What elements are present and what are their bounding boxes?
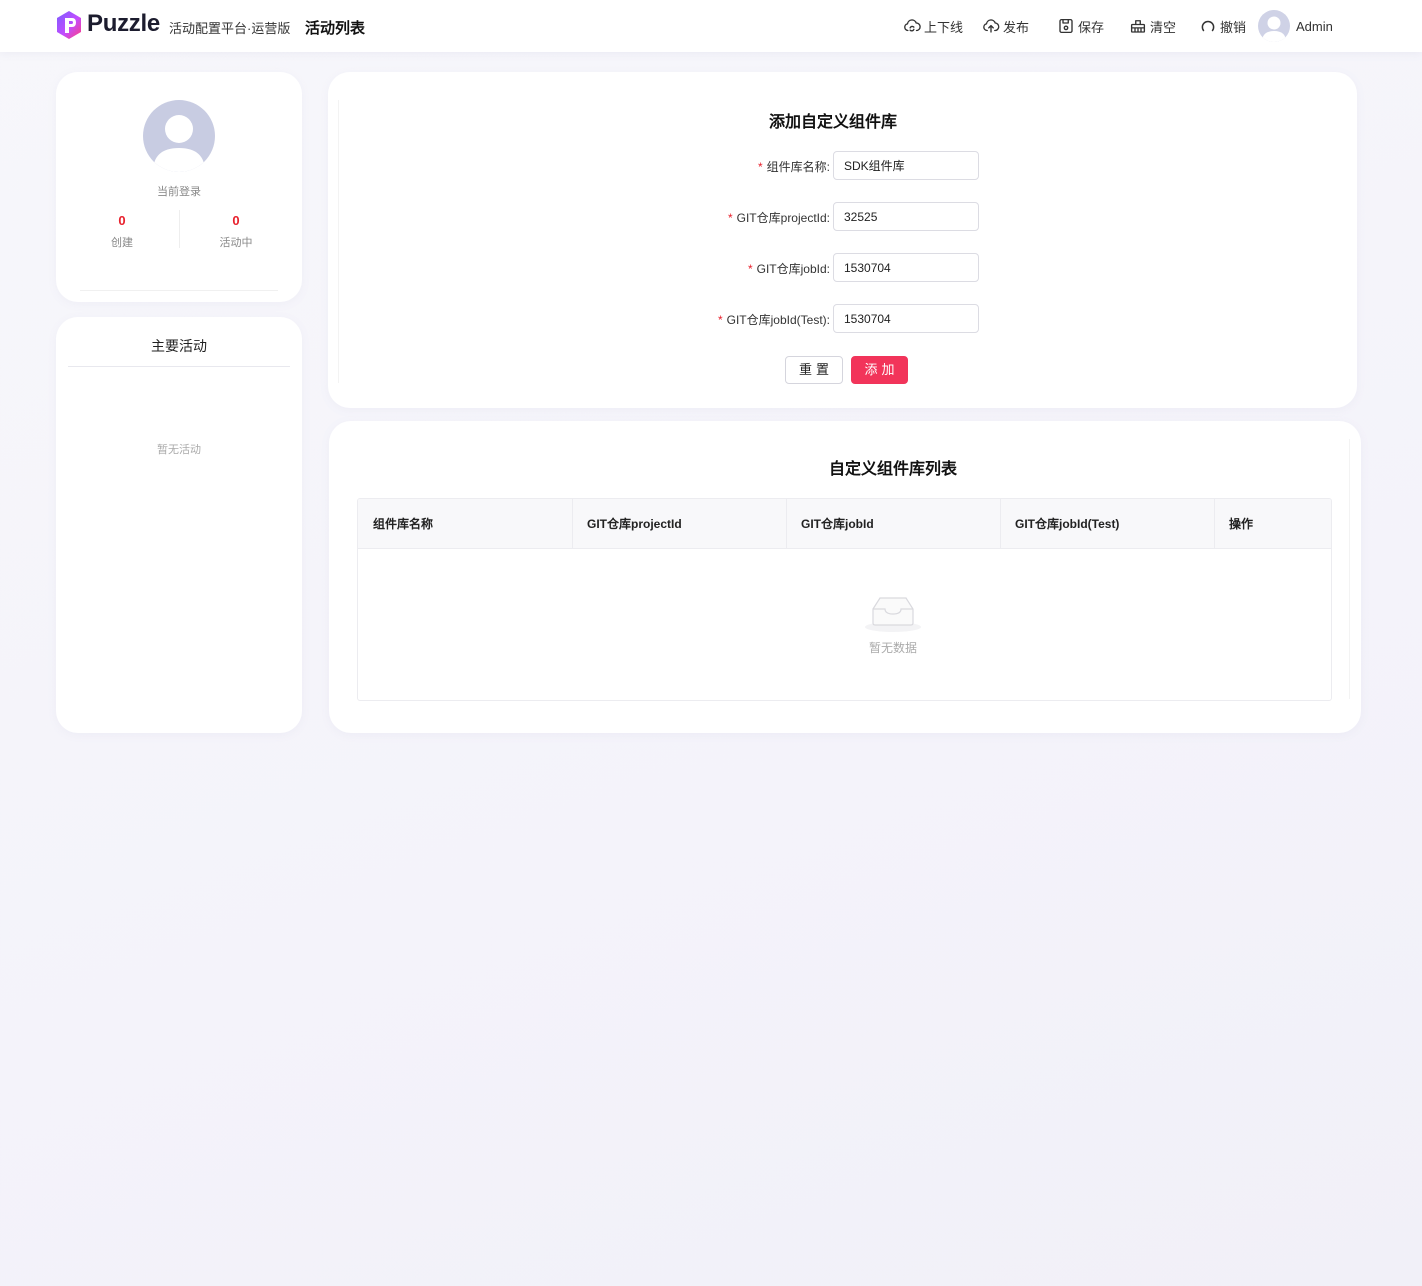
- job-id-input[interactable]: [833, 253, 979, 282]
- job-id-test-label: * GIT仓库jobId(Test):: [717, 313, 830, 327]
- library-list-card: 自定义组件库列表 组件库名称 GIT仓库projectId GIT仓库jobId…: [329, 421, 1361, 733]
- library-table: 组件库名称 GIT仓库projectId GIT仓库jobId GIT仓库job…: [357, 498, 1332, 701]
- no-activity-text: 暂无活动: [157, 444, 201, 456]
- stat-divider: [179, 210, 180, 248]
- save-button[interactable]: 保存: [1057, 16, 1104, 36]
- user-avatar[interactable]: [1258, 10, 1290, 42]
- active-label: 活动中: [219, 237, 253, 249]
- column-header-actions[interactable]: 操作: [1214, 499, 1253, 549]
- save-label: 保存: [1078, 19, 1105, 35]
- library-name-label: * 组件库名称:: [757, 160, 830, 174]
- empty-inbox-icon: [865, 597, 921, 632]
- profile-card: 当前登录 0 创建 0 活动中: [56, 72, 302, 302]
- column-header-job-id[interactable]: GIT仓库jobId: [786, 499, 874, 549]
- form-row-library-name: * 组件库名称:: [328, 151, 1028, 180]
- cloud-sync-icon: [904, 19, 921, 32]
- nav-activity-list[interactable]: 活动列表: [305, 17, 365, 38]
- project-id-label: * GIT仓库projectId:: [727, 211, 830, 225]
- form-row-job-id: * GIT仓库jobId:: [328, 253, 1028, 282]
- clear-label: 清空: [1150, 19, 1177, 35]
- required-mark: *: [757, 160, 763, 174]
- platform-subtitle: 活动配置平台·运营版: [169, 21, 291, 36]
- active-count: 0: [232, 213, 240, 228]
- column-header-project-id[interactable]: GIT仓库projectId: [572, 499, 682, 549]
- puzzle-logo-icon: [57, 11, 81, 39]
- user-name[interactable]: Admin: [1296, 19, 1333, 34]
- add-button[interactable]: 添加: [851, 356, 908, 384]
- cloud-upload-icon: [983, 19, 1000, 33]
- project-id-input[interactable]: [833, 202, 979, 231]
- created-count: 0: [118, 213, 126, 228]
- main-activity-divider: [68, 366, 290, 367]
- user-avatar-icon: [1262, 16, 1286, 42]
- current-login-label: 当前登录: [157, 186, 201, 198]
- online-offline-label: 上下线: [924, 19, 964, 35]
- required-mark: *: [717, 313, 723, 327]
- online-offline-button[interactable]: 上下线: [903, 16, 963, 36]
- column-header-library-name[interactable]: 组件库名称: [358, 499, 433, 549]
- add-library-card: 添加自定义组件库 *组件库名称: *GIT仓库projectId: *GIT仓库…: [328, 72, 1357, 408]
- add-library-title: 添加自定义组件库: [768, 114, 897, 131]
- job-id-test-input[interactable]: [833, 304, 979, 333]
- profile-avatar: [143, 100, 215, 172]
- save-icon: [1059, 18, 1073, 34]
- reset-button[interactable]: 重置: [785, 356, 843, 384]
- publish-button[interactable]: 发布: [982, 16, 1029, 36]
- library-list-title: 自定义组件库列表: [828, 461, 957, 478]
- job-id-label: * GIT仓库jobId:: [747, 262, 830, 276]
- required-mark: *: [747, 262, 753, 276]
- logo-text[interactable]: Puzzle: [87, 10, 160, 38]
- profile-divider: [80, 290, 278, 291]
- undo-button[interactable]: 撤销: [1199, 16, 1246, 36]
- card-inner-border: [338, 100, 339, 383]
- main-activity-title: 主要活动: [151, 338, 207, 354]
- no-data-text: 暂无数据: [868, 641, 917, 655]
- created-label: 创建: [111, 237, 133, 249]
- undo-icon: [1201, 20, 1215, 32]
- library-name-input[interactable]: [833, 151, 979, 180]
- form-row-job-id-test: * GIT仓库jobId(Test):: [328, 304, 1028, 333]
- main-activity-card: 主要活动 暂无活动: [56, 317, 302, 733]
- clear-icon: [1130, 20, 1146, 33]
- user-avatar-icon: [153, 115, 205, 172]
- undo-label: 撤销: [1220, 19, 1247, 35]
- publish-label: 发布: [1003, 19, 1030, 35]
- top-header: Puzzle 活动配置平台·运营版 活动列表 上下线 发布 保存 清空 撤销 A…: [0, 0, 1422, 52]
- required-mark: *: [727, 211, 733, 225]
- column-header-job-id-test[interactable]: GIT仓库jobId(Test): [1000, 499, 1119, 549]
- clear-button[interactable]: 清空: [1129, 16, 1176, 36]
- form-row-project-id: * GIT仓库projectId:: [328, 202, 1028, 231]
- table-header: 组件库名称 GIT仓库projectId GIT仓库jobId GIT仓库job…: [358, 499, 1331, 549]
